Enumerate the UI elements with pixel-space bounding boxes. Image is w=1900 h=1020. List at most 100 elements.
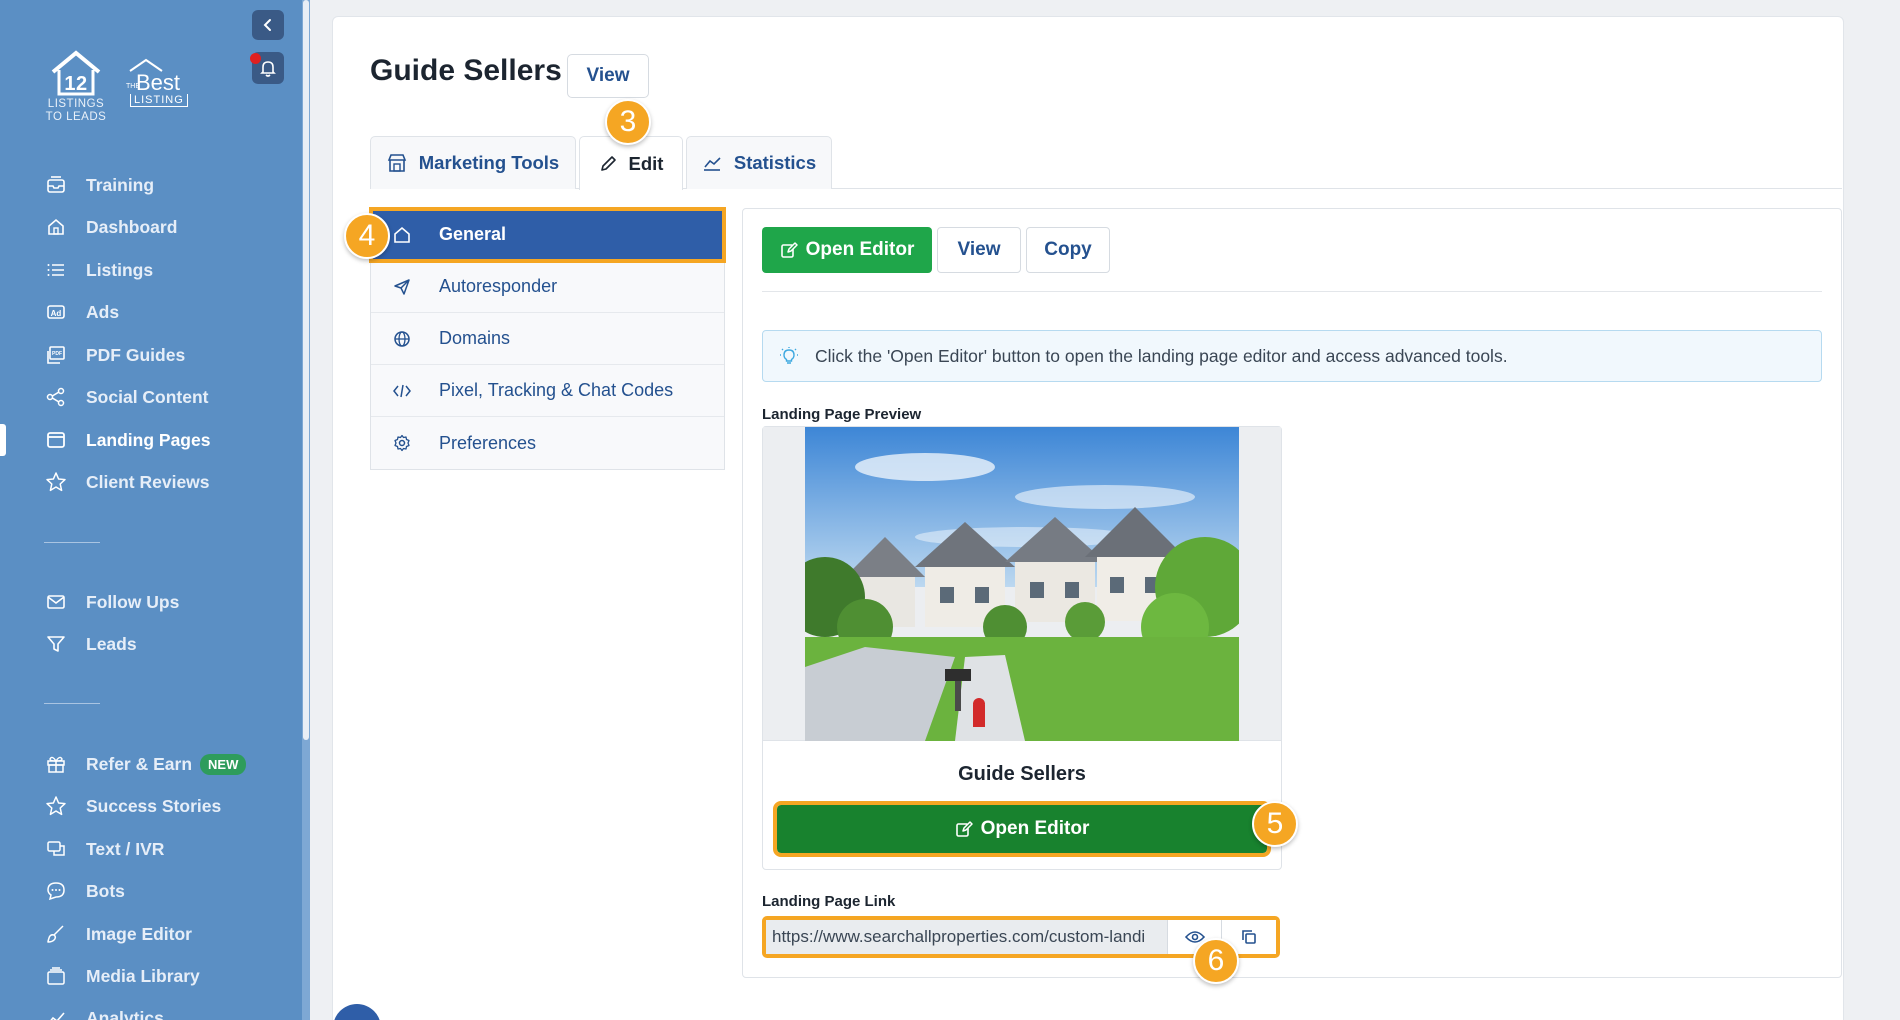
- new-badge: NEW: [200, 753, 247, 775]
- copy-icon: [1242, 930, 1257, 944]
- edit-icon: [780, 241, 798, 259]
- sidebar-item-listings[interactable]: Listings: [44, 255, 153, 285]
- submenu-label: Autoresponder: [439, 276, 558, 296]
- store-icon: [387, 153, 407, 173]
- logo-best: Best: [136, 70, 181, 95]
- home-icon: [44, 215, 68, 239]
- sidebar-divider: [44, 542, 100, 543]
- sidebar-divider: [44, 703, 100, 704]
- view-button[interactable]: View: [567, 54, 649, 98]
- preview-open-editor-button[interactable]: Open Editor: [773, 801, 1271, 857]
- sidebar-scrollbar[interactable]: [302, 0, 310, 1020]
- sidebar-item-label: Bots: [86, 880, 125, 901]
- notification-dot: [250, 53, 261, 64]
- sidebar-item-label: Media Library: [86, 965, 200, 986]
- logo-listings-to-leads: 12 LISTINGS TO LEADS: [44, 50, 108, 124]
- sidebar-item-label: Landing Pages: [86, 429, 211, 450]
- house-logo-icon: 12: [51, 50, 101, 96]
- funnel-icon: [44, 632, 68, 656]
- svg-text:PDF: PDF: [52, 351, 62, 357]
- sidebar-item-label: Leads: [86, 633, 137, 654]
- sidebar-item-pdf-guides[interactable]: PDF PDF Guides: [44, 340, 185, 370]
- page-title: Guide Sellers: [370, 54, 562, 87]
- window-icon: [44, 428, 68, 452]
- open-editor-button[interactable]: Open Editor: [762, 227, 932, 273]
- home-icon: [391, 226, 413, 244]
- submenu-item-autoresponder[interactable]: Autoresponder: [371, 261, 724, 313]
- submenu-label: Preferences: [439, 432, 537, 453]
- tab-statistics[interactable]: Statistics: [686, 136, 832, 189]
- chevron-left-icon: [263, 19, 271, 31]
- edit-icon: [955, 820, 973, 838]
- sidebar-item-text-ivr[interactable]: Text / IVR: [44, 834, 164, 864]
- sidebar-item-ads[interactable]: Ad Ads: [44, 297, 119, 327]
- sidebar-item-label: Client Reviews: [86, 471, 210, 492]
- info-alert: Click the 'Open Editor' button to open t…: [762, 330, 1822, 382]
- sidebar: 12 LISTINGS TO LEADS THE Best LISTING Tr…: [0, 0, 310, 1020]
- submenu-label: General: [439, 224, 507, 244]
- logo-line-2: TO LEADS: [45, 111, 107, 123]
- folder-icon: [44, 964, 68, 988]
- send-icon: [391, 278, 413, 296]
- sidebar-item-refer-earn[interactable]: Refer & Earn NEW: [44, 749, 247, 779]
- tab-marketing-tools[interactable]: Marketing Tools: [370, 136, 576, 189]
- callout-marker: 6: [1193, 938, 1239, 984]
- preview-label: Landing Page Preview: [762, 406, 922, 423]
- chart-line-icon: [702, 154, 722, 172]
- list-icon: [44, 258, 68, 282]
- bot-icon: [44, 879, 68, 903]
- lightbulb-icon: [779, 346, 799, 366]
- sidebar-item-label: Ads: [86, 301, 120, 322]
- tab-label: Statistics: [733, 152, 817, 173]
- pencil-icon: [599, 155, 617, 173]
- sidebar-item-analytics[interactable]: Analytics: [44, 1003, 164, 1020]
- sidebar-item-label: Training: [86, 174, 155, 195]
- sidebar-item-training[interactable]: Training: [44, 170, 154, 200]
- sidebar-item-image-editor[interactable]: Image Editor: [44, 919, 192, 949]
- ad-icon: Ad: [44, 300, 68, 324]
- sidebar-item-landing-pages[interactable]: Landing Pages: [44, 425, 210, 455]
- sidebar-item-success-stories[interactable]: Success Stories: [44, 791, 221, 821]
- svg-text:Ad: Ad: [51, 309, 62, 318]
- sidebar-item-label: Refer & Earn: [86, 753, 193, 774]
- svg-text:12: 12: [64, 73, 87, 95]
- sidebar-item-label: Listings: [86, 259, 154, 280]
- sidebar-item-label: Success Stories: [86, 795, 222, 816]
- sidebar-item-bots[interactable]: Bots: [44, 876, 125, 906]
- scrollbar-thumb[interactable]: [303, 0, 309, 740]
- copy-page-button[interactable]: Copy: [1026, 227, 1110, 273]
- globe-icon: [391, 330, 413, 348]
- sidebar-item-leads[interactable]: Leads: [44, 629, 137, 659]
- sidebar-item-media-library[interactable]: Media Library: [44, 961, 200, 991]
- view-page-button[interactable]: View: [937, 227, 1021, 273]
- sidebar-item-follow-ups[interactable]: Follow Ups: [44, 587, 179, 617]
- submenu-item-general[interactable]: General: [369, 207, 726, 263]
- star-icon: [44, 794, 68, 818]
- sidebar-item-client-reviews[interactable]: Client Reviews: [44, 467, 210, 497]
- gear-icon: [391, 434, 413, 452]
- submenu-item-preferences[interactable]: Preferences: [371, 417, 724, 469]
- bell-icon: [260, 61, 276, 77]
- mail-icon: [44, 590, 68, 614]
- tab-label: Edit: [628, 152, 664, 174]
- chat-icon: [44, 837, 68, 861]
- callout-marker: 3: [605, 99, 651, 145]
- submenu-item-domains[interactable]: Domains: [371, 313, 724, 365]
- preview-card: Guide Sellers Open Editor: [762, 426, 1282, 870]
- pdf-icon: PDF: [44, 343, 68, 367]
- callout-marker: 5: [1252, 801, 1298, 847]
- active-indicator: [0, 424, 6, 456]
- tab-label: Marketing Tools: [418, 152, 560, 173]
- toolbar-divider: [762, 291, 1822, 292]
- sidebar-item-dashboard[interactable]: Dashboard: [44, 212, 177, 242]
- submenu-item-pixel-tracking[interactable]: Pixel, Tracking & Chat Codes: [371, 365, 724, 417]
- sidebar-item-label: PDF Guides: [86, 344, 186, 365]
- share-icon: [44, 385, 68, 409]
- callout-marker: 4: [344, 213, 390, 259]
- info-text: Click the 'Open Editor' button to open t…: [815, 345, 1508, 366]
- landing-page-link-input[interactable]: [766, 920, 1167, 954]
- collapse-sidebar-button[interactable]: [252, 10, 284, 40]
- sidebar-item-label: Text / IVR: [86, 838, 165, 859]
- sidebar-item-social-content[interactable]: Social Content: [44, 382, 209, 412]
- sidebar-item-label: Analytics: [86, 1007, 164, 1020]
